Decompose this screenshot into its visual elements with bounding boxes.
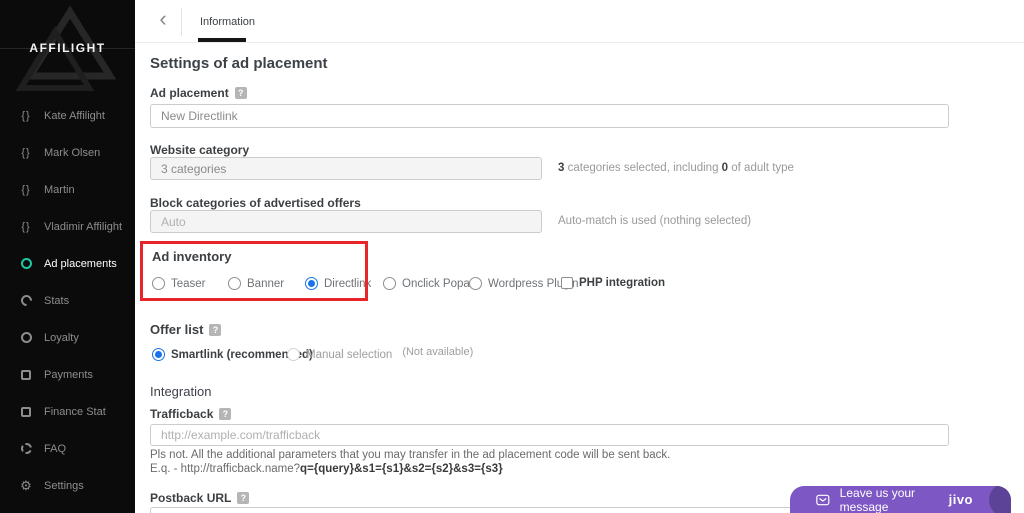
radio-icon <box>152 277 165 290</box>
help-icon[interactable]: ? <box>219 408 232 420</box>
radio-selected-icon <box>152 348 165 361</box>
ad-inventory-title: Ad inventory <box>152 249 232 264</box>
sidebar: AFFILIGHT {} Kate Affilight {} Mark Olse… <box>0 0 135 513</box>
gear-icon: ⚙ <box>20 478 32 493</box>
brand-logo: AFFILIGHT <box>0 0 135 97</box>
sidebar-item-ad-placements[interactable]: Ad placements <box>0 245 135 282</box>
offer-list-title: Offer list ? <box>150 322 222 337</box>
sidebar-item-label: Stats <box>44 294 70 307</box>
website-category-input[interactable] <box>150 157 542 180</box>
radio-onclick-popads[interactable]: Onclick Popads <box>383 277 482 290</box>
top-bar: ‹ Information <box>135 0 1024 43</box>
trafficback-example: E.q. - http://trafficback.name?q={query}… <box>150 463 503 475</box>
chat-message: Leave us your message <box>839 486 916 513</box>
manual-selection-note: (Not available) <box>402 345 474 358</box>
jivo-logo: jivo <box>948 492 973 507</box>
refresh-circle-icon <box>18 443 34 454</box>
sidebar-item-label: Payments <box>44 368 93 381</box>
sidebar-item-label: Finance Stat <box>44 405 106 418</box>
chat-widget-button[interactable]: Leave us your message jivo <box>790 486 1011 513</box>
checkbox-icon <box>561 277 573 289</box>
radio-selected-icon <box>305 277 318 290</box>
sidebar-item-mark-olsen[interactable]: {} Mark Olsen <box>0 134 135 171</box>
sidebar-item-vladimir-affilight[interactable]: {} Vladimir Affilight <box>0 208 135 245</box>
back-chevron-icon[interactable]: ‹ <box>151 6 175 32</box>
page-title: Settings of ad placement <box>150 55 328 72</box>
block-categories-input[interactable] <box>150 210 542 233</box>
circle-outline-icon <box>18 332 34 343</box>
trafficback-label: Trafficback ? <box>150 407 232 421</box>
sidebar-item-label: Loyalty <box>44 331 79 344</box>
sidebar-item-label: Martin <box>44 183 75 196</box>
integration-title: Integration <box>150 384 212 399</box>
checkbox-php-integration[interactable]: PHP integration <box>561 277 665 289</box>
brand-name: AFFILIGHT <box>29 41 106 55</box>
circle-icon <box>18 258 34 269</box>
stats-icon <box>18 292 34 309</box>
sidebar-item-finance-stat[interactable]: Finance Stat <box>0 393 135 430</box>
sidebar-item-label: FAQ <box>44 442 67 455</box>
sidebar-item-label: Vladimir Affilight <box>44 220 123 233</box>
radio-directlink[interactable]: Directlink <box>305 277 371 290</box>
radio-icon <box>228 277 241 290</box>
tab-information[interactable]: Information <box>200 0 255 43</box>
sidebar-item-label: Mark Olsen <box>44 146 101 159</box>
braces-icon: {} <box>21 220 31 233</box>
sidebar-item-settings[interactable]: ⚙ Settings <box>0 467 135 504</box>
trafficback-input[interactable] <box>150 424 949 446</box>
card-icon <box>18 369 34 380</box>
envelope-icon <box>816 494 830 505</box>
postback-url-label: Postback URL ? <box>150 491 250 505</box>
website-category-note: 3 categories selected, including 0 of ad… <box>558 162 794 174</box>
radio-icon <box>469 277 482 290</box>
block-categories-label: Block categories of advertised offers <box>150 196 361 210</box>
sidebar-item-stats[interactable]: Stats <box>0 282 135 319</box>
header-divider <box>181 8 182 36</box>
radio-disabled-icon <box>287 348 300 361</box>
sidebar-item-payments[interactable]: Payments <box>0 356 135 393</box>
radio-teaser[interactable]: Teaser <box>152 277 206 290</box>
active-tab-underline <box>198 38 246 42</box>
help-icon[interactable]: ? <box>209 323 222 336</box>
trafficback-note: Pls not. All the additional parameters t… <box>150 449 671 461</box>
braces-icon: {} <box>21 146 31 159</box>
card-icon <box>18 406 34 417</box>
sidebar-item-martin[interactable]: {} Martin <box>0 171 135 208</box>
sidebar-nav: {} Kate Affilight {} Mark Olsen {} Marti… <box>0 97 135 504</box>
ad-placement-label: Ad placement ? <box>150 86 247 100</box>
sidebar-item-faq[interactable]: FAQ <box>0 430 135 467</box>
main-content: Settings of ad placement Ad placement ? … <box>135 43 1024 513</box>
sidebar-item-label: Ad placements <box>44 257 117 270</box>
website-category-label: Website category <box>150 143 250 157</box>
help-icon[interactable]: ? <box>234 87 247 99</box>
radio-manual-selection[interactable]: Manual selection (Not available) <box>287 345 474 361</box>
radio-banner[interactable]: Banner <box>228 277 284 290</box>
chat-leaf-decoration <box>989 486 1011 513</box>
sidebar-item-label: Settings <box>44 479 84 492</box>
braces-icon: {} <box>21 109 31 122</box>
braces-icon: {} <box>21 183 31 196</box>
radio-icon <box>383 277 396 290</box>
ad-placement-input[interactable] <box>150 104 949 128</box>
block-categories-note: Auto-match is used (nothing selected) <box>558 215 752 227</box>
sidebar-item-loyalty[interactable]: Loyalty <box>0 319 135 356</box>
sidebar-item-label: Kate Affilight <box>44 109 105 122</box>
sidebar-item-kate-affilight[interactable]: {} Kate Affilight <box>0 97 135 134</box>
help-icon[interactable]: ? <box>237 492 250 504</box>
